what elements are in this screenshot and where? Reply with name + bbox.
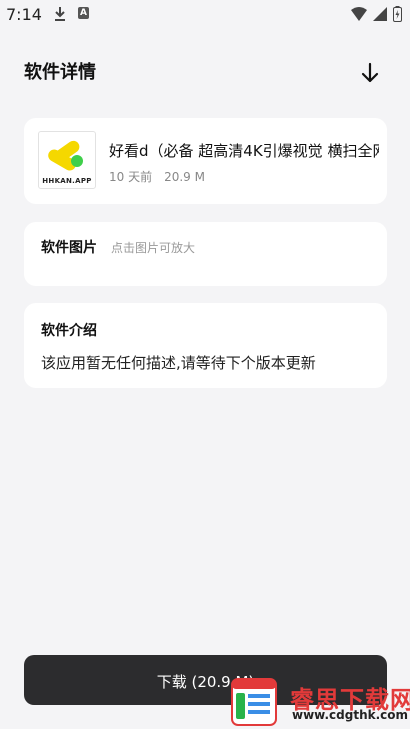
images-section-title: 软件图片 [41,240,97,256]
intro-description: 该应用暂无任何描述,请等待下个版本更新 [41,354,316,372]
battery-icon [393,6,402,22]
app-info-card: HHKAN.APP 好看d（必备 超高清4K引爆视觉 横扫全网影视 10 天前 2… [24,118,387,204]
status-bar: 7:14 A [0,0,410,30]
images-hint: 点击图片可放大 [111,241,196,255]
app-icon-label: HHKAN.APP [42,177,92,185]
page-title: 软件详情 [24,62,96,83]
app-images-card[interactable]: 软件图片 点击图片可放大 [24,222,387,286]
status-icons [351,6,402,22]
download-notification-icon [55,7,65,21]
intro-section-title: 软件介绍 [41,323,97,339]
app-size: 20.9 M [164,170,205,184]
watermark-url: www.cdgthk.com [292,708,409,722]
app-icon: HHKAN.APP [38,131,96,189]
signal-icon [373,7,387,21]
app-logo-icon [48,140,83,171]
watermark-logo-icon [231,678,277,726]
download-arrow-icon[interactable] [360,62,380,84]
status-time: 7:14 [6,5,42,24]
app-age: 10 天前 [109,170,153,184]
wifi-icon [351,7,367,21]
app-name: 好看d（必备 超高清4K引爆视觉 横扫全网影视 [109,142,379,160]
app-meta: 10 天前 20.9 M [109,168,205,185]
app-intro-card: 软件介绍 该应用暂无任何描述,请等待下个版本更新 [24,303,387,388]
app-notification-icon: A [78,7,89,19]
